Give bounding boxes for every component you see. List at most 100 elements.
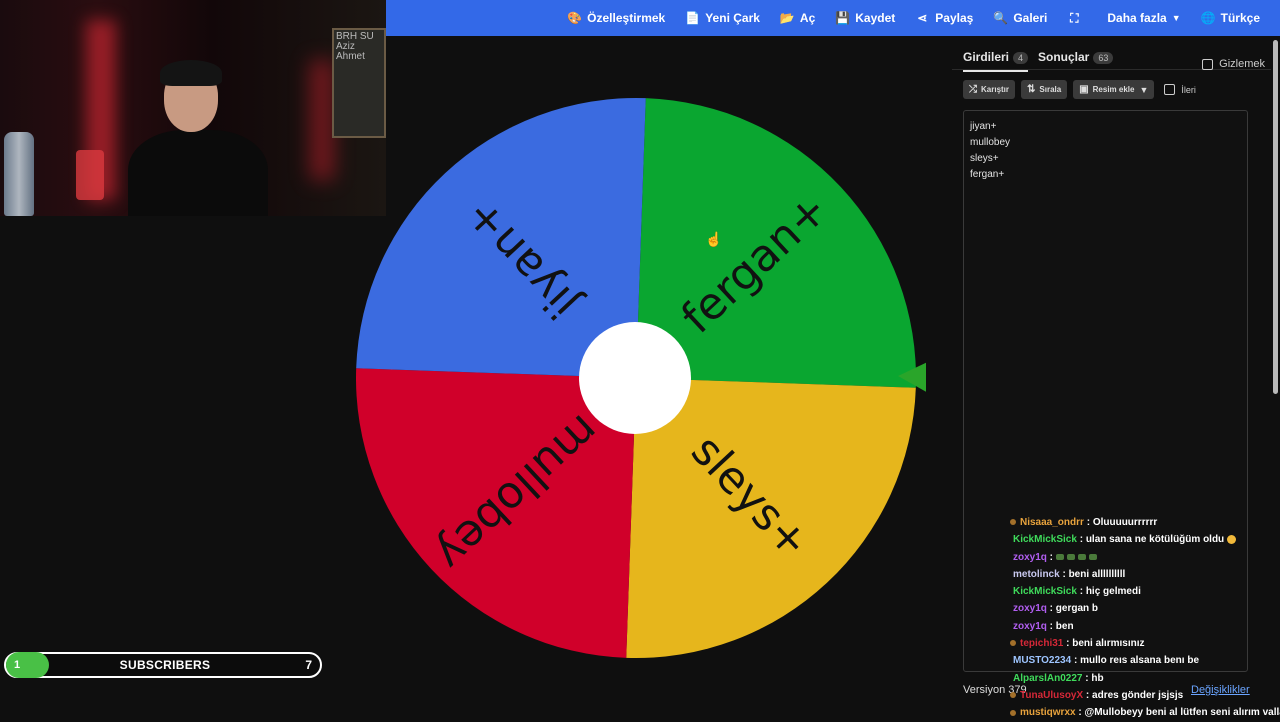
save-icon: 💾 (835, 11, 851, 25)
chat-overlay: Nisaaa_ondrr : Oluuuuurrrrrr KickMickSick… (1010, 514, 1280, 722)
menu-item-fullscreen[interactable]: ⛶ (1067, 11, 1087, 26)
file-icon: 📄 (685, 11, 701, 25)
streamer-torso (128, 130, 268, 216)
menu-item-label: Paylaş (935, 11, 974, 25)
menu-item-globe[interactable]: 🌐 Türkçe (1201, 11, 1260, 25)
chat-message: mustiqwrxx : @Mullobeyy beni al lütfen s… (1010, 704, 1280, 721)
subscriber-goal-bar: 1 SUBSCRIBERS 7 (4, 652, 322, 678)
menu-item-search[interactable]: 🔍 Galeri (993, 11, 1047, 25)
entry-line: fergan+ (970, 169, 1005, 180)
tab-entries[interactable]: Girdileri 4 (963, 50, 1029, 72)
chat-text: hiç gelmedi (1085, 586, 1141, 598)
advanced-label: İleri (1181, 84, 1196, 95)
entry-line: sleys+ (970, 153, 999, 164)
chat-username: zoxy1q (1013, 551, 1047, 563)
menu-item-label: Türkçe (1220, 11, 1260, 25)
wheel[interactable]: fergan+sleys+mullobeyjiyan+ (346, 88, 926, 668)
badge-icon (1010, 519, 1016, 526)
add-image-label: Resim ekle (1092, 85, 1135, 94)
sort-button[interactable]: ⇅ Sırala (1021, 80, 1068, 99)
chat-separator: : (1083, 517, 1093, 528)
sort-label: Sırala (1039, 85, 1062, 94)
scrollbar-thumb[interactable] (1273, 40, 1278, 394)
badge-icon (1010, 709, 1016, 716)
chat-message: KickMickSick : ulan sana ne kötülüğüm ol… (1010, 531, 1280, 548)
menu-item-save[interactable]: 💾 Kaydet (835, 11, 895, 25)
chat-text: gergan b (1055, 603, 1099, 615)
chat-text: ben (1055, 620, 1074, 632)
menu-item-folder-open[interactable]: 📂 Aç (780, 11, 815, 25)
water-bottle (4, 132, 34, 216)
chat-message: TunaUlusoyX : adres gönder jsjsjs (1010, 687, 1280, 704)
chat-message: AlparslAn0227 : hb (1010, 670, 1280, 687)
streamer (128, 58, 268, 216)
chat-text: mullo reıs alsana benı be (1080, 655, 1200, 667)
subscriber-goal: 7 (305, 658, 312, 672)
smile-emoji-icon (1227, 535, 1237, 545)
chat-username: MUSTO2234 (1013, 655, 1072, 667)
chat-message: metolinck : beni allllllllll (1010, 566, 1280, 583)
chat-text: ulan sana ne kötülüğüm oldu (1085, 534, 1225, 546)
chat-username: zoxy1q (1013, 603, 1047, 615)
menu-item-file[interactable]: 📄 Yeni Çark (685, 11, 760, 25)
menu-item-label: Özelleştirmek (587, 11, 666, 25)
menu-item-share[interactable]: ⋖ Paylaş (915, 11, 973, 25)
chat-separator: : (1076, 586, 1086, 598)
streamer-hair (160, 60, 222, 86)
menu-item-palette[interactable]: 🎨 Özelleştirmek (567, 11, 665, 25)
shuffle-icon: ⤮ (969, 84, 977, 95)
emote-icon (1077, 553, 1086, 560)
menu-item-label: Aç (799, 11, 816, 25)
chevron-down-icon: ▼ (1139, 84, 1149, 95)
chat-username: KickMickSick (1013, 534, 1077, 546)
chat-separator: : (1046, 620, 1056, 632)
entry-line: mullobey (970, 137, 1011, 148)
checkbox-icon (1202, 58, 1214, 70)
chevron-down-icon: ▼ (1171, 13, 1181, 23)
hide-checkbox[interactable]: Gizlemek (1202, 58, 1265, 70)
image-icon: ▣ (1079, 84, 1089, 95)
emote-icon (1055, 553, 1064, 560)
chat-username: mustiqwrxx (1020, 707, 1076, 719)
search-icon: 🔍 (993, 11, 1009, 25)
tab-results[interactable]: Sonuçlar 63 (1038, 50, 1114, 64)
add-image-button[interactable]: ▣ Resim ekle ▼ (1073, 80, 1155, 99)
advanced-checkbox[interactable]: İleri (1164, 84, 1196, 95)
menu-item-chevron-down[interactable]: Daha fazla ▼ (1107, 11, 1180, 25)
shuffle-label: Karıştır (981, 85, 1010, 94)
chat-username: zoxy1q (1013, 620, 1047, 632)
shuffle-button[interactable]: ⤮ Karıştır (963, 80, 1016, 99)
chat-message: tepichi31 : beni alırmısınız (1010, 635, 1280, 652)
badge-icon (1010, 692, 1016, 699)
hide-label: Gizlemek (1219, 58, 1265, 70)
chat-separator: : (1046, 603, 1056, 615)
chat-text: Oluuuuurrrrrr (1092, 517, 1158, 528)
folder-open-icon: 📂 (779, 11, 795, 25)
chat-text: adres gönder jsjsjs (1092, 689, 1184, 701)
fullscreen-icon: ⛶ (1070, 10, 1079, 25)
chat-separator: : (1046, 551, 1056, 563)
menu: 🎨 Özelleştirmek 📄 Yeni Çark 📂 Aç 💾 Kaydet ⋖ Payla… (567, 0, 1280, 36)
sort-icon: ⇅ (1027, 84, 1036, 95)
wheel-hub[interactable] (579, 322, 691, 434)
badge-icon (1010, 640, 1016, 647)
chat-text: beni allllllllll (1068, 568, 1126, 580)
chat-text: hb (1091, 672, 1104, 684)
chat-username: TunaUlusoyX (1020, 689, 1084, 701)
chat-username: Nisaaa_ondrr (1020, 517, 1084, 528)
menu-item-label: Kaydet (855, 11, 896, 25)
menu-item-label: Galeri (1013, 11, 1048, 25)
chat-username: KickMickSick (1013, 586, 1077, 598)
chat-message: zoxy1q : ben (1010, 618, 1280, 635)
globe-icon: 🌐 (1200, 11, 1216, 25)
results-count-badge: 63 (1093, 52, 1114, 64)
chat-message: MUSTO2234 : mullo reıs alsana benı be (1010, 652, 1280, 669)
chat-message: zoxy1q : gergan b (1010, 600, 1280, 617)
checkbox-icon (1164, 84, 1176, 95)
emote-icon (1066, 553, 1075, 560)
chat-text: @Mullobeyy beni al lütfen seni alırım va… (1084, 707, 1280, 719)
chat-separator: : (1083, 689, 1093, 701)
top-menu-bar: 🎨 Özelleştirmek 📄 Yeni Çark 📂 Aç 💾 Kaydet ⋖ Payla… (386, 0, 1280, 36)
chat-separator: : (1063, 638, 1073, 650)
emote-icon (1088, 553, 1097, 560)
